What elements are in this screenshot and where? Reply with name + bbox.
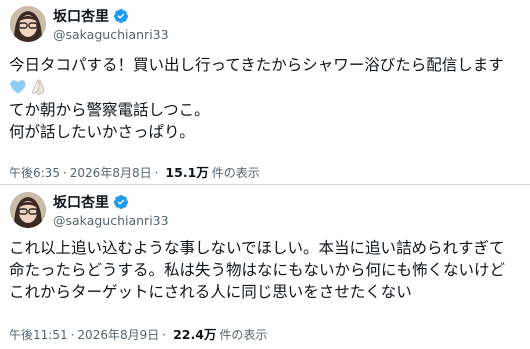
tweet-2[interactable]: 坂口杏里 @sakaguchianri33 これ以上追い込むような事しないでほし… — [0, 186, 530, 349]
tweet-text-line-3: 何が話したいかさっぱり。 — [9, 123, 195, 141]
view-count-label: 件の表示 — [219, 328, 268, 342]
tweet-time[interactable]: 午後11:51 — [9, 326, 68, 343]
tweet-date[interactable]: 2026年8月9日 — [77, 326, 159, 343]
tweet-text-line-2: 命たったらどうする。私は失う物はなにもないから何にも怖くないけど — [9, 261, 506, 279]
tweet-date[interactable]: 2026年8月8日 — [70, 164, 152, 181]
tweet-1[interactable]: 坂口杏里 @sakaguchianri33 今日タコパする！買い出し行ってきたか… — [0, 0, 530, 184]
tweet-time[interactable]: 午後6:35 — [9, 164, 60, 181]
emoji-row — [9, 78, 47, 96]
verified-badge-icon — [113, 8, 129, 24]
tweet-meta: 午後11:51 · 2026年8月9日 · 22.4万 件の表示 — [9, 324, 267, 343]
display-name[interactable]: 坂口杏里 — [53, 6, 109, 26]
folded-hands-icon — [29, 78, 47, 96]
tweet-meta: 午後6:35 · 2026年8月8日 · 15.1万 件の表示 — [9, 162, 260, 181]
avatar[interactable] — [10, 6, 46, 42]
light-blue-heart-icon — [9, 78, 27, 96]
separator: · — [62, 166, 67, 180]
avatar-image — [10, 6, 46, 42]
separator: · — [154, 166, 159, 180]
tweet-divider — [0, 184, 530, 185]
separator: · — [70, 328, 75, 342]
author-handle[interactable]: @sakaguchianri33 — [53, 213, 169, 228]
view-count[interactable]: 22.4万 — [173, 324, 216, 343]
tweet-text-line-1: これ以上追い込むような事しないでほしい。本当に追い詰められすぎて — [9, 239, 505, 257]
view-count[interactable]: 15.1万 — [165, 162, 208, 181]
tweet-text-line-2: てか朝から警察電話しつこ。 — [9, 101, 210, 119]
view-count-label: 件の表示 — [211, 166, 260, 180]
display-name[interactable]: 坂口杏里 — [53, 192, 109, 212]
verified-badge-icon — [113, 194, 129, 210]
author-name-row[interactable]: 坂口杏里 — [53, 192, 129, 212]
separator: · — [162, 328, 167, 342]
author-name-row[interactable]: 坂口杏里 — [53, 6, 129, 26]
tweet-text-line-3: これからターゲットにされる人に同じ思いをさせたくない — [9, 283, 412, 301]
author-handle[interactable]: @sakaguchianri33 — [53, 27, 169, 42]
avatar[interactable] — [10, 192, 46, 228]
tweet-text-line-1: 今日タコパする！買い出し行ってきたからシャワー浴びたら配信します — [9, 56, 504, 74]
avatar-image — [10, 192, 46, 228]
